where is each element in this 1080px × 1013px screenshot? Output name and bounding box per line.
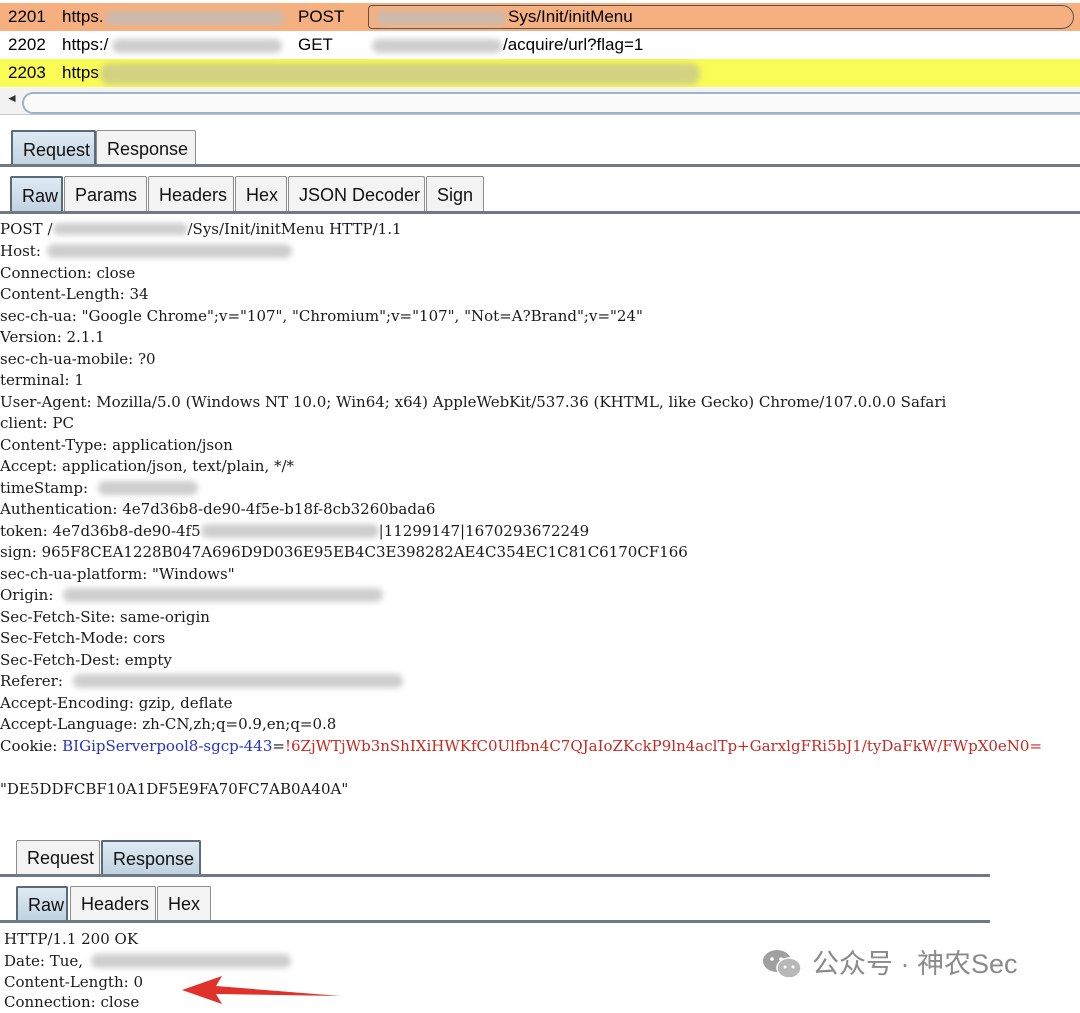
watermark-text: 公众号 · 神农Sec [812, 949, 1018, 979]
header-sec-ch-ua-platform: sec-ch-ua-platform: "Windows" [0, 565, 235, 583]
response-header-connection: Connection: close [4, 993, 140, 1011]
history-method: POST [298, 7, 345, 26]
header-content-length: Content-Length: 34 [0, 285, 149, 303]
subtab-hex[interactable]: Hex [235, 176, 287, 212]
redacted-path [372, 39, 502, 53]
request-body: "DE5DDFCBF10A1DF5E9FA70FC7AB0A40A" [0, 780, 349, 798]
tab-request[interactable]: Request [11, 130, 96, 166]
subtab-hex-lower[interactable]: Hex [157, 886, 211, 920]
request-line: POST //Sys/Init/initMenu HTTP/1.1 [0, 220, 402, 238]
red-arrow-annotation [182, 976, 340, 1004]
header-token: token: 4e7d36b8-de90-4f5 |11299147|167029… [0, 522, 590, 540]
history-scheme: https. [62, 7, 104, 26]
history-path: Sys/Init/initMenu [508, 7, 633, 26]
header-timestamp: timeStamp: [0, 477, 199, 499]
redacted-row [100, 63, 700, 85]
wechat-icon [763, 950, 802, 979]
subtab-sign[interactable]: Sign [426, 176, 484, 212]
history-method: GET [298, 35, 333, 54]
subtab-headers-lower[interactable]: Headers [70, 886, 156, 920]
tab-response-lower[interactable]: Response [101, 840, 201, 874]
redacted-host [105, 11, 285, 25]
cookie-name: BIGipServerpool8-sgcp-443 [62, 737, 273, 755]
header-sec-ch-ua-mobile: sec-ch-ua-mobile: ?0 [0, 350, 156, 368]
history-path: /acquire/url?flag=1 [503, 35, 644, 54]
header-accept-language: Accept-Language: zh-CN,zh;q=0.9,en;q=0.8 [0, 715, 337, 733]
redacted-path [376, 11, 506, 25]
history-id: 2201 [8, 7, 46, 26]
response-status-line: HTTP/1.1 200 OK [4, 930, 139, 948]
history-id: 2203 [8, 63, 46, 82]
scrollbar-thumb[interactable] [22, 92, 1080, 114]
header-host: Host: [0, 240, 292, 262]
tab-divider [0, 164, 1080, 167]
header-referer: Referer: [0, 670, 403, 692]
history-row-2203[interactable]: 2203 https [0, 59, 1080, 87]
header-user-agent: User-Agent: Mozilla/5.0 (Windows NT 10.0… [0, 393, 947, 411]
redacted-host [112, 39, 282, 53]
tab-request-lower[interactable]: Request [16, 840, 100, 874]
header-accept-encoding: Accept-Encoding: gzip, deflate [0, 694, 233, 712]
subtab-divider-lower [0, 920, 990, 923]
header-client: client: PC [0, 414, 74, 432]
response-header-date: Date: Tue, [4, 950, 292, 972]
subtab-raw-lower[interactable]: Raw [16, 886, 68, 920]
scroll-left-icon[interactable]: ◄ [6, 91, 18, 105]
history-row-2202[interactable]: 2202 https:/ GET /acquire/url?flag=1 [0, 31, 1080, 59]
subtab-headers[interactable]: Headers [148, 176, 234, 212]
header-sec-fetch-dest: Sec-Fetch-Dest: empty [0, 651, 172, 669]
header-sign: sign: 965F8CEA1228B047A696D9D036E95EB4C3… [0, 543, 688, 561]
history-scheme: https [62, 63, 99, 82]
header-terminal: terminal: 1 [0, 371, 84, 389]
history-horizontal-scrollbar[interactable]: ◄ [0, 88, 1080, 115]
header-sec-fetch-mode: Sec-Fetch-Mode: cors [0, 629, 166, 647]
header-sec-fetch-site: Sec-Fetch-Site: same-origin [0, 608, 210, 626]
cookie-value: !6ZjWTjWb3nShIXiHWKfC0Ulfbn4C7QJaIoZKckP… [284, 737, 1043, 755]
subtab-raw[interactable]: Raw [10, 176, 63, 212]
history-id: 2202 [8, 35, 46, 54]
history-scheme: https:/ [62, 35, 109, 54]
tab-response[interactable]: Response [96, 130, 196, 166]
header-content-type: Content-Type: application/json [0, 436, 233, 454]
subtab-divider [0, 211, 1080, 214]
header-connection: Connection: close [0, 264, 136, 282]
history-row-2201[interactable]: 2201 https. POST Sys/Init/initMenu [0, 3, 1080, 31]
header-cookie: Cookie: BIGipServerpool8-sgcp-443=!6ZjWT… [0, 737, 1043, 755]
subtab-json-decoder[interactable]: JSON Decoder [288, 176, 425, 212]
tab-divider-lower [0, 874, 990, 877]
header-origin: Origin: [0, 584, 384, 606]
subtab-params[interactable]: Params [64, 176, 147, 212]
header-sec-ch-ua: sec-ch-ua: "Google Chrome";v="107", "Chr… [0, 307, 643, 325]
header-version: Version: 2.1.1 [0, 328, 105, 346]
header-accept: Accept: application/json, text/plain, */… [0, 457, 295, 475]
response-header-content-length: Content-Length: 0 [4, 973, 143, 991]
header-authentication: Authentication: 4e7d36b8-de90-4f5e-b18f-… [0, 500, 436, 518]
